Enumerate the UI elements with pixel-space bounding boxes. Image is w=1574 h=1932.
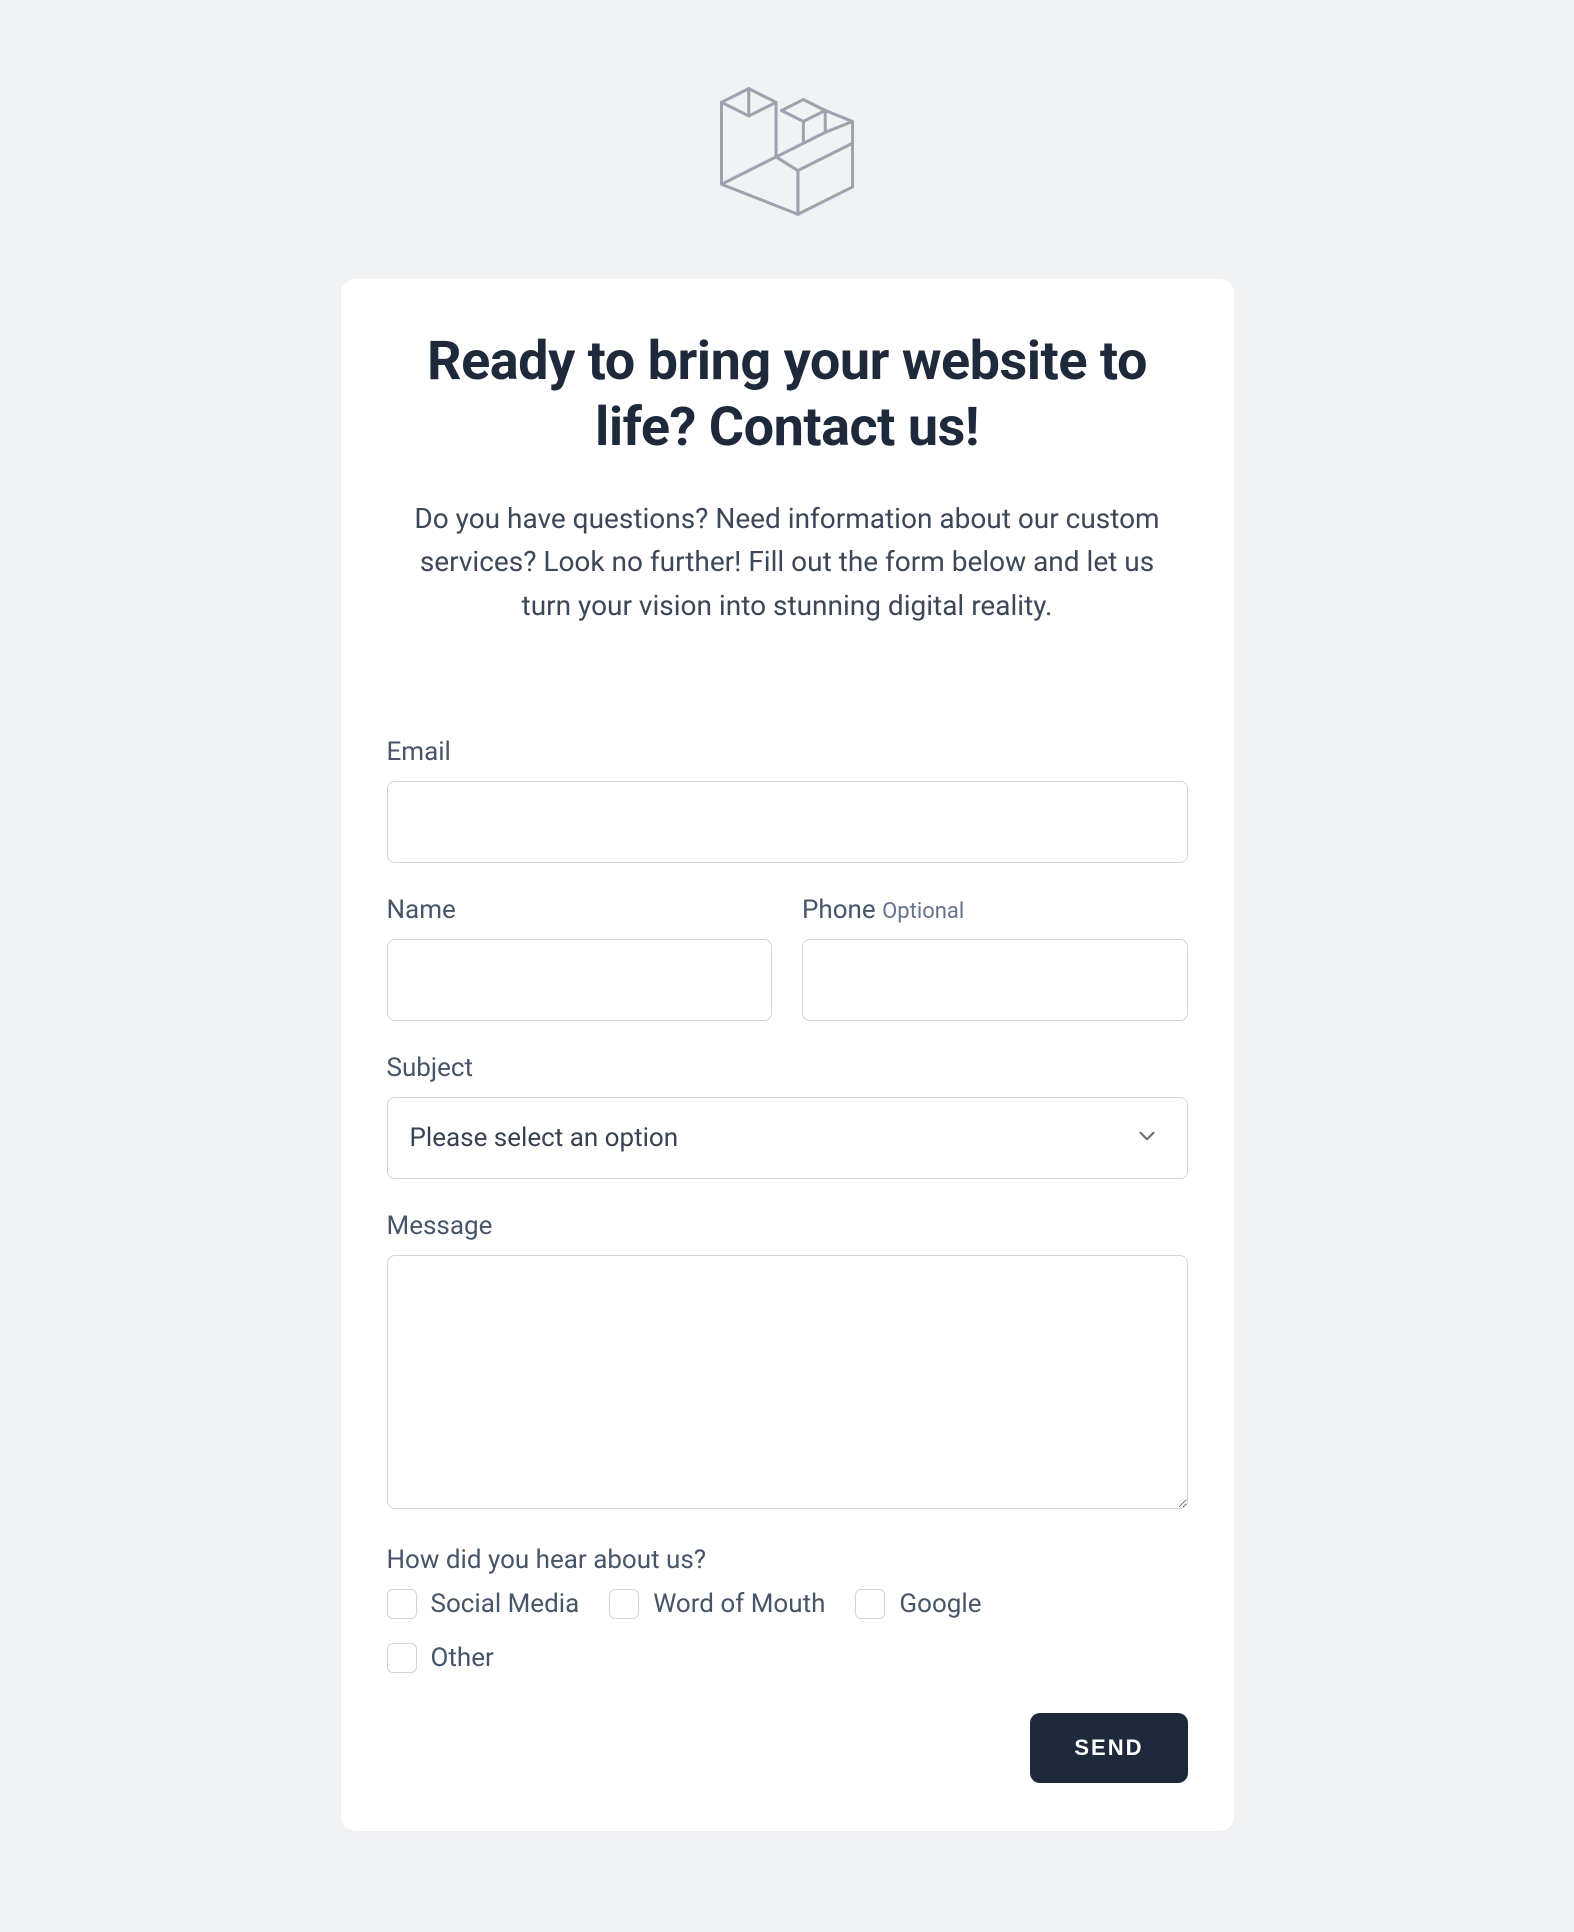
- subject-group: Subject Please select an option: [387, 1053, 1188, 1179]
- laravel-logo-icon: [717, 75, 857, 221]
- phone-group: Phone Optional: [802, 895, 1188, 1021]
- message-group: Message: [387, 1211, 1188, 1513]
- page-subtitle: Do you have questions? Need information …: [407, 497, 1168, 627]
- heard-options: Social Media Word of Mouth Google Other: [387, 1589, 1188, 1673]
- checkbox-icon: [855, 1589, 885, 1619]
- heard-option-other[interactable]: Other: [387, 1643, 1188, 1673]
- heard-label: How did you hear about us?: [387, 1545, 1188, 1575]
- checkbox-icon: [387, 1589, 417, 1619]
- name-field[interactable]: [387, 939, 773, 1021]
- checkbox-icon: [387, 1643, 417, 1673]
- name-phone-row: Name Phone Optional: [387, 895, 1188, 1021]
- button-row: SEND: [387, 1713, 1188, 1783]
- page-title: Ready to bring your website to life? Con…: [387, 329, 1188, 461]
- heard-option-label: Word of Mouth: [653, 1589, 825, 1619]
- phone-label-text: Phone: [802, 895, 876, 925]
- name-group: Name: [387, 895, 773, 1021]
- phone-optional-text: Optional: [882, 899, 964, 924]
- contact-form: Email Name Phone Optional Subject: [387, 737, 1188, 1783]
- heard-group: How did you hear about us? Social Media …: [387, 1545, 1188, 1673]
- phone-label: Phone Optional: [802, 895, 1188, 925]
- contact-card: Ready to bring your website to life? Con…: [341, 279, 1234, 1831]
- name-label: Name: [387, 895, 773, 925]
- email-group: Email: [387, 737, 1188, 863]
- email-field[interactable]: [387, 781, 1188, 863]
- phone-field[interactable]: [802, 939, 1188, 1021]
- heard-option-word-of-mouth[interactable]: Word of Mouth: [609, 1589, 825, 1619]
- heard-option-label: Social Media: [431, 1589, 580, 1619]
- subject-select-wrap: Please select an option: [387, 1097, 1188, 1179]
- heard-option-social-media[interactable]: Social Media: [387, 1589, 580, 1619]
- send-button[interactable]: SEND: [1030, 1713, 1187, 1783]
- heard-option-google[interactable]: Google: [855, 1589, 981, 1619]
- checkbox-icon: [609, 1589, 639, 1619]
- heard-option-label: Google: [899, 1589, 981, 1619]
- heard-option-label: Other: [431, 1643, 494, 1673]
- message-field[interactable]: [387, 1255, 1188, 1509]
- subject-select[interactable]: Please select an option: [387, 1097, 1188, 1179]
- email-label: Email: [387, 737, 1188, 767]
- subject-label: Subject: [387, 1053, 1188, 1083]
- message-label: Message: [387, 1211, 1188, 1241]
- page-wrapper: Ready to bring your website to life? Con…: [341, 75, 1234, 1831]
